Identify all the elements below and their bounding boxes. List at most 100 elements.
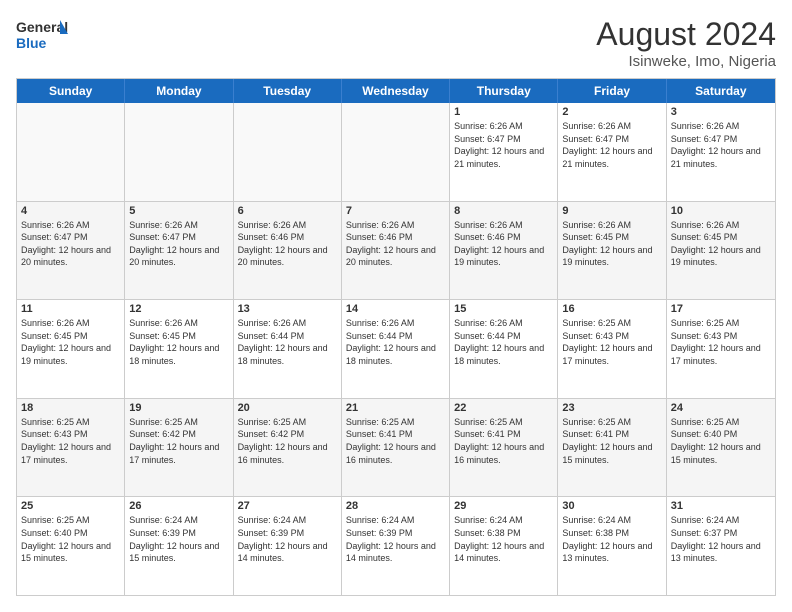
cal-header-day: Sunday <box>17 79 125 103</box>
day-number: 5 <box>129 205 228 217</box>
cal-cell: 5 Sunrise: 6:26 AM Sunset: 6:47 PM Daylig… <box>125 202 233 300</box>
cal-cell: 31 Sunrise: 6:24 AM Sunset: 6:37 PM Dayli… <box>667 497 775 595</box>
cal-cell: 30Sunrise: 6:24 AM Sunset: 6:38 PM Dayli… <box>558 497 666 595</box>
cal-cell: 24Sunrise: 6:25 AM Sunset: 6:40 PM Dayli… <box>667 399 775 497</box>
day-number: 28 <box>346 500 445 512</box>
day-number: 14 <box>346 303 445 315</box>
day-number: 20 <box>238 402 337 414</box>
cal-row: 18 Sunrise: 6:25 AM Sunset: 6:43 PM Dayli… <box>17 399 775 498</box>
cell-info: Sunrise: 6:26 AM Sunset: 6:47 PM Dayligh… <box>21 219 120 269</box>
month-year: August 2024 <box>596 16 776 53</box>
day-number: 9 <box>562 205 661 217</box>
cell-info: Sunrise: 6:25 AM Sunset: 6:43 PM Dayligh… <box>671 317 771 367</box>
day-number: 11 <box>21 303 120 315</box>
day-number: 29 <box>454 500 553 512</box>
cell-info: Sunrise: 6:26 AM Sunset: 6:46 PM Dayligh… <box>238 219 337 269</box>
cal-cell: 15Sunrise: 6:26 AM Sunset: 6:44 PM Dayli… <box>450 300 558 398</box>
cell-info: Sunrise: 6:26 AM Sunset: 6:45 PM Dayligh… <box>21 317 120 367</box>
cal-header-day: Wednesday <box>342 79 450 103</box>
cal-row: 25Sunrise: 6:25 AM Sunset: 6:40 PM Dayli… <box>17 497 775 595</box>
cell-info: Sunrise: 6:26 AM Sunset: 6:46 PM Dayligh… <box>346 219 445 269</box>
cal-cell: 28 Sunrise: 6:24 AM Sunset: 6:39 PM Dayli… <box>342 497 450 595</box>
logo: General Blue <box>16 16 68 54</box>
cal-cell: 11 Sunrise: 6:26 AM Sunset: 6:45 PM Dayli… <box>17 300 125 398</box>
cal-header-day: Monday <box>125 79 233 103</box>
cell-info: Sunrise: 6:24 AM Sunset: 6:39 PM Dayligh… <box>346 514 445 564</box>
cal-cell: 25Sunrise: 6:25 AM Sunset: 6:40 PM Dayli… <box>17 497 125 595</box>
cal-cell: 9 Sunrise: 6:26 AM Sunset: 6:45 PM Daylig… <box>558 202 666 300</box>
cal-header-day: Saturday <box>667 79 775 103</box>
cell-info: Sunrise: 6:26 AM Sunset: 6:47 PM Dayligh… <box>562 120 661 170</box>
cal-cell: 27Sunrise: 6:24 AM Sunset: 6:39 PM Dayli… <box>234 497 342 595</box>
cal-cell: 19Sunrise: 6:25 AM Sunset: 6:42 PM Dayli… <box>125 399 233 497</box>
calendar-body: 1Sunrise: 6:26 AM Sunset: 6:47 PM Daylig… <box>17 103 775 595</box>
cal-cell: 1Sunrise: 6:26 AM Sunset: 6:47 PM Daylig… <box>450 103 558 201</box>
cal-cell: 12Sunrise: 6:26 AM Sunset: 6:45 PM Dayli… <box>125 300 233 398</box>
cal-cell-empty <box>342 103 450 201</box>
day-number: 25 <box>21 500 120 512</box>
cal-cell: 23Sunrise: 6:25 AM Sunset: 6:41 PM Dayli… <box>558 399 666 497</box>
cal-cell: 26 Sunrise: 6:24 AM Sunset: 6:39 PM Dayli… <box>125 497 233 595</box>
day-number: 16 <box>562 303 661 315</box>
day-number: 6 <box>238 205 337 217</box>
day-number: 4 <box>21 205 120 217</box>
cell-info: Sunrise: 6:25 AM Sunset: 6:43 PM Dayligh… <box>562 317 661 367</box>
cal-cell: 18 Sunrise: 6:25 AM Sunset: 6:43 PM Dayli… <box>17 399 125 497</box>
day-number: 21 <box>346 402 445 414</box>
cal-cell: 6 Sunrise: 6:26 AM Sunset: 6:46 PM Daylig… <box>234 202 342 300</box>
cal-row: 1Sunrise: 6:26 AM Sunset: 6:47 PM Daylig… <box>17 103 775 202</box>
title-block: August 2024 Isinweke, Imo, Nigeria <box>596 16 776 70</box>
cell-info: Sunrise: 6:26 AM Sunset: 6:45 PM Dayligh… <box>562 219 661 269</box>
day-number: 23 <box>562 402 661 414</box>
cell-info: Sunrise: 6:24 AM Sunset: 6:37 PM Dayligh… <box>671 514 771 564</box>
cal-cell: 16 Sunrise: 6:25 AM Sunset: 6:43 PM Dayli… <box>558 300 666 398</box>
day-number: 18 <box>21 402 120 414</box>
cal-cell: 20 Sunrise: 6:25 AM Sunset: 6:42 PM Dayli… <box>234 399 342 497</box>
day-number: 24 <box>671 402 771 414</box>
cell-info: Sunrise: 6:24 AM Sunset: 6:39 PM Dayligh… <box>129 514 228 564</box>
cell-info: Sunrise: 6:26 AM Sunset: 6:47 PM Dayligh… <box>129 219 228 269</box>
day-number: 15 <box>454 303 553 315</box>
day-number: 10 <box>671 205 771 217</box>
day-number: 2 <box>562 106 661 118</box>
cell-info: Sunrise: 6:25 AM Sunset: 6:42 PM Dayligh… <box>129 416 228 466</box>
cal-cell: 29 Sunrise: 6:24 AM Sunset: 6:38 PM Dayli… <box>450 497 558 595</box>
cal-cell: 14Sunrise: 6:26 AM Sunset: 6:44 PM Dayli… <box>342 300 450 398</box>
cal-cell: 3 Sunrise: 6:26 AM Sunset: 6:47 PM Daylig… <box>667 103 775 201</box>
cell-info: Sunrise: 6:24 AM Sunset: 6:38 PM Dayligh… <box>454 514 553 564</box>
cal-cell: 22 Sunrise: 6:25 AM Sunset: 6:41 PM Dayli… <box>450 399 558 497</box>
day-number: 13 <box>238 303 337 315</box>
day-number: 3 <box>671 106 771 118</box>
cell-info: Sunrise: 6:25 AM Sunset: 6:41 PM Dayligh… <box>346 416 445 466</box>
cal-cell-empty <box>17 103 125 201</box>
cell-info: Sunrise: 6:26 AM Sunset: 6:44 PM Dayligh… <box>238 317 337 367</box>
day-number: 26 <box>129 500 228 512</box>
cell-info: Sunrise: 6:26 AM Sunset: 6:47 PM Dayligh… <box>454 120 553 170</box>
cal-cell: 13 Sunrise: 6:26 AM Sunset: 6:44 PM Dayli… <box>234 300 342 398</box>
logo-svg: General Blue <box>16 16 68 54</box>
svg-text:Blue: Blue <box>16 35 47 51</box>
cell-info: Sunrise: 6:25 AM Sunset: 6:41 PM Dayligh… <box>454 416 553 466</box>
cal-cell: 21 Sunrise: 6:25 AM Sunset: 6:41 PM Dayli… <box>342 399 450 497</box>
cell-info: Sunrise: 6:26 AM Sunset: 6:47 PM Dayligh… <box>671 120 771 170</box>
day-number: 27 <box>238 500 337 512</box>
calendar-header: SundayMondayTuesdayWednesdayThursdayFrid… <box>17 79 775 103</box>
day-number: 31 <box>671 500 771 512</box>
cell-info: Sunrise: 6:26 AM Sunset: 6:45 PM Dayligh… <box>671 219 771 269</box>
cal-cell-empty <box>125 103 233 201</box>
cal-row: 4 Sunrise: 6:26 AM Sunset: 6:47 PM Daylig… <box>17 202 775 301</box>
cell-info: Sunrise: 6:25 AM Sunset: 6:42 PM Dayligh… <box>238 416 337 466</box>
day-number: 7 <box>346 205 445 217</box>
cal-header-day: Tuesday <box>234 79 342 103</box>
day-number: 17 <box>671 303 771 315</box>
location: Isinweke, Imo, Nigeria <box>596 53 776 70</box>
cal-cell: 8Sunrise: 6:26 AM Sunset: 6:46 PM Daylig… <box>450 202 558 300</box>
cal-cell: 10 Sunrise: 6:26 AM Sunset: 6:45 PM Dayli… <box>667 202 775 300</box>
day-number: 8 <box>454 205 553 217</box>
cell-info: Sunrise: 6:25 AM Sunset: 6:43 PM Dayligh… <box>21 416 120 466</box>
day-number: 22 <box>454 402 553 414</box>
cal-cell: 17 Sunrise: 6:25 AM Sunset: 6:43 PM Dayli… <box>667 300 775 398</box>
header: General Blue August 2024 Isinweke, Imo, … <box>16 16 776 70</box>
page: General Blue August 2024 Isinweke, Imo, … <box>0 0 792 612</box>
cal-header-day: Friday <box>558 79 666 103</box>
